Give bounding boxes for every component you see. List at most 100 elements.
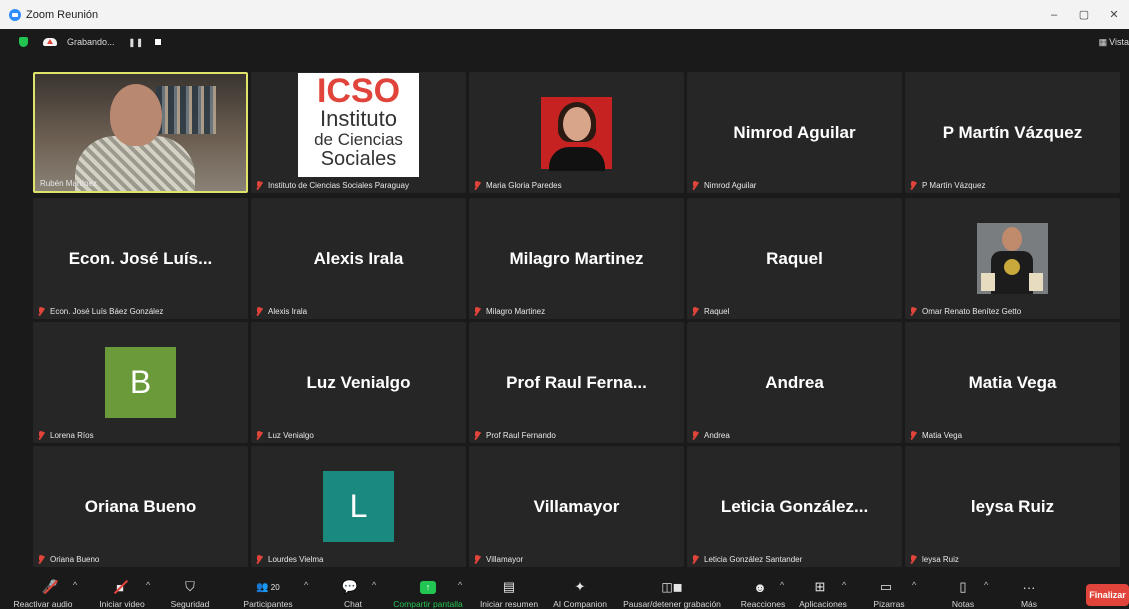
meeting-toolbar: 🎤 ^ Reactivar audio ■ ^ Iniciar video ⛉ … [0,575,1129,609]
summary-doc-icon: ▤ [502,579,516,594]
video-tile[interactable]: Oriana Bueno Oriana Bueno [33,446,248,567]
chevron-up-icon[interactable]: ^ [912,580,916,590]
participant-display-name: Leticia González... [720,496,869,516]
video-tile[interactable]: Maria Gloria Paredes [469,72,684,193]
participant-display-name: P Martín Vázquez [942,122,1083,142]
grid-view-icon: ▦ [1098,37,1108,47]
stop-icon[interactable] [154,39,161,45]
participant-name-label: Leticia González Santander [692,555,802,564]
mic-muted-icon [256,555,262,564]
mic-muted-icon [256,431,262,440]
close-button[interactable]: ✕ [1099,8,1129,21]
share-screen-button[interactable]: ↑ ^ Compartir pantalla [386,575,470,609]
unmute-audio-button[interactable]: 🎤 ^ Reactivar audio [0,575,86,609]
video-tile[interactable]: Alexis Irala Alexis Irala [251,198,466,319]
participant-name-label: Rubén Martínez [40,179,97,188]
emoji-reaction-icon: ☻ [753,579,767,595]
window-title: Zoom Reunión [26,8,99,21]
video-tile[interactable]: Luz Venialgo Luz Venialgo [251,322,466,443]
video-tile[interactable]: Rubén Martínez [33,72,248,193]
video-tile[interactable]: Villamayor Villamayor [469,446,684,567]
ai-companion-button[interactable]: ✦ AI Companion [546,575,614,609]
zoom-app-icon [9,8,21,21]
participant-name-label: leysa Ruiz [910,555,959,564]
participant-display-name: Milagro Martinez [509,248,644,268]
participants-button[interactable]: 👥 20 ^ Participantes [236,575,316,609]
participants-count: 20 [270,582,280,592]
pause-icon[interactable]: ❚❚ [129,38,144,47]
mic-muted-icon [474,181,480,190]
chevron-up-icon[interactable]: ^ [780,580,784,590]
view-button[interactable]: ▦ Vista [1099,37,1129,48]
mic-muted-icon [910,181,916,190]
participant-name-label: Lourdes Vielma [256,555,323,564]
recording-status: Grabando... [67,37,115,47]
chevron-up-icon[interactable]: ^ [842,580,846,590]
minimize-button[interactable]: – [1039,9,1069,21]
chevron-up-icon[interactable]: ^ [146,580,150,590]
video-tile[interactable]: Andrea Andrea [687,322,902,443]
video-tile[interactable]: P Martín Vázquez P Martín Vázquez [905,72,1120,193]
chevron-up-icon[interactable]: ^ [984,580,988,590]
participant-name-label: Alexis Irala [256,307,307,316]
reactions-button[interactable]: ☻ ^ Reacciones [734,575,792,609]
mic-muted-icon [692,431,698,440]
video-tile[interactable]: ICSO Instituto de Ciencias Sociales Inst… [251,72,466,193]
apps-grid-icon: ⊞ [814,579,826,594]
participant-display-name: Alexis Irala [313,248,404,268]
video-tile[interactable]: Raquel Raquel [687,198,902,319]
participant-name-label: Andrea [692,431,730,440]
video-tile[interactable]: Prof Raul Ferna... Prof Raul Fernando [469,322,684,443]
cloud-recording-icon [43,38,57,46]
security-button[interactable]: ⛉ Seguridad [160,575,220,609]
whiteboards-button[interactable]: ▭ ^ Pizarras [866,575,916,609]
video-tile[interactable]: Omar Renato Benítez Getto [905,198,1120,319]
start-video-button[interactable]: ■ ^ Iniciar video [86,575,158,609]
participant-display-name: Prof Raul Ferna... [506,372,647,392]
chevron-up-icon[interactable]: ^ [73,580,77,590]
pause-stop-recording-button[interactable]: ◫◼ Pausar/detener grabación [618,575,726,609]
participant-name-label: Econ. José Luís Báez González [38,307,163,316]
video-tile[interactable]: B Lorena Ríos [33,322,248,443]
chevron-up-icon[interactable]: ^ [458,580,462,590]
participant-display-name: Villamayor [533,496,620,516]
view-label: Vista [1109,37,1129,47]
chevron-up-icon[interactable]: ^ [304,580,308,590]
video-tile[interactable]: Leticia González... Leticia González San… [687,446,902,567]
mic-muted-icon [256,307,262,316]
more-button[interactable]: ··· Más [1012,575,1046,609]
mic-muted-icon [474,431,480,440]
video-tile[interactable]: Nimrod Aguilar Nimrod Aguilar [687,72,902,193]
status-bar: Grabando... ❚❚ ▦ Vista [0,29,1129,55]
maximize-button[interactable]: ▢ [1069,8,1099,21]
video-tile[interactable]: Milagro Martinez Milagro Martinez [469,198,684,319]
participant-name-label: Prof Raul Fernando [474,431,556,440]
start-summary-button[interactable]: ▤ Iniciar resumen [474,575,544,609]
chat-bubble-icon: 💬 [341,579,359,594]
ellipsis-icon: ··· [1022,579,1036,595]
video-tile[interactable]: leysa Ruiz leysa Ruiz [905,446,1120,567]
mic-muted-icon [692,181,698,190]
video-tile[interactable]: Matia Vega Matia Vega [905,322,1120,443]
mic-muted-icon [474,307,480,316]
mic-muted-icon [692,555,698,564]
shield-icon: ⛉ [185,579,195,594]
chat-button[interactable]: 💬 ^ Chat [326,575,380,609]
share-screen-icon: ↑ [419,579,437,595]
sparkle-icon: ✦ [574,579,586,594]
participant-display-name: Andrea [765,372,824,392]
mic-muted-icon [474,555,480,564]
notes-icon: ▯ [959,579,967,594]
end-meeting-button[interactable]: Finalizar [1086,584,1129,606]
avatar: L [323,471,394,542]
video-tile[interactable]: Econ. José Luís... Econ. José Luís Báez … [33,198,248,319]
notes-button[interactable]: ▯ ^ Notas [946,575,988,609]
participant-video [35,74,246,191]
security-shield-icon[interactable] [19,37,28,47]
apps-button[interactable]: ⊞ ^ Aplicaciones [796,575,850,609]
participant-name-label: Milagro Martinez [474,307,545,316]
video-tile[interactable]: L Lourdes Vielma [251,446,466,567]
chevron-up-icon[interactable]: ^ [372,580,376,590]
title-bar: Zoom Reunión – ▢ ✕ [0,0,1129,29]
mic-muted-icon [38,307,44,316]
